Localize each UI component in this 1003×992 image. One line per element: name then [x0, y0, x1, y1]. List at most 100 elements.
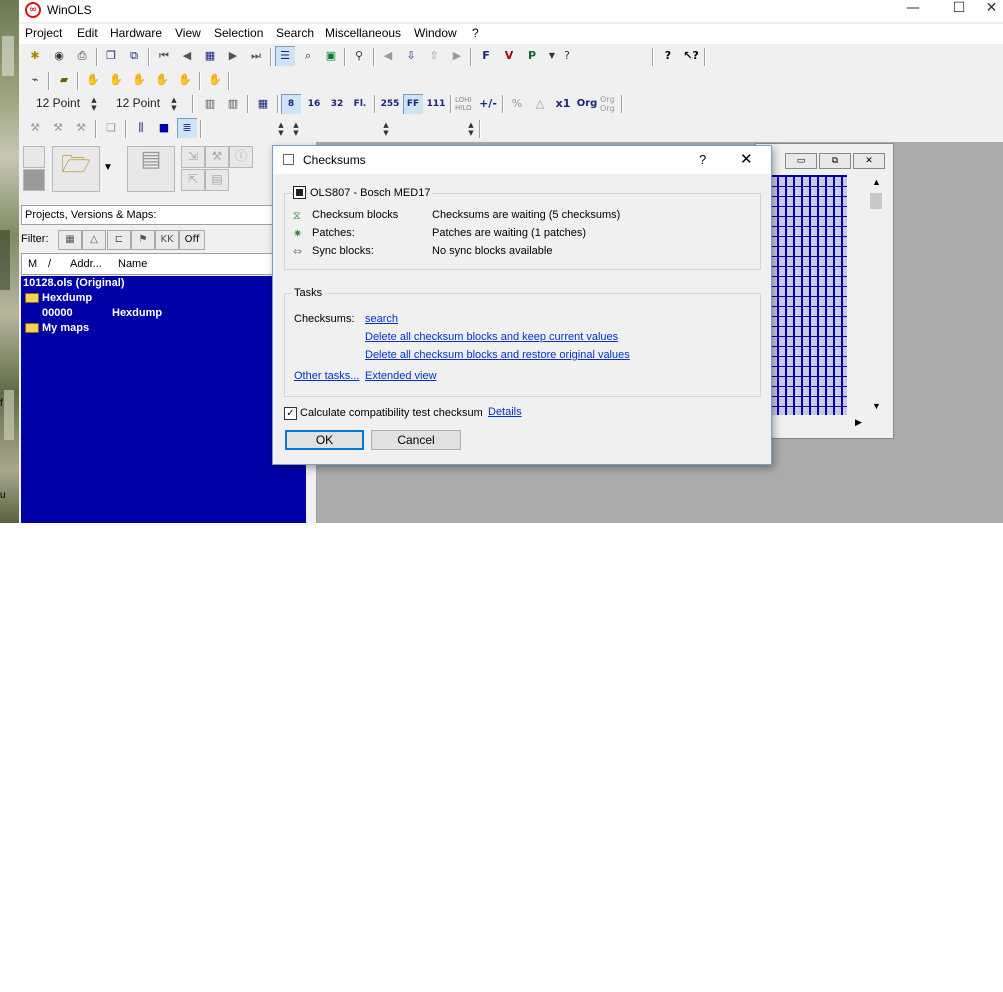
hex-cell[interactable]	[795, 247, 801, 256]
hex-cell[interactable]	[795, 297, 801, 306]
hex-cell[interactable]	[803, 257, 809, 266]
hex-cell[interactable]	[795, 397, 801, 406]
hex-cell[interactable]	[819, 327, 825, 336]
hex-cell[interactable]	[819, 337, 825, 346]
hex-cell[interactable]	[803, 317, 809, 326]
hex-cell[interactable]	[843, 317, 847, 326]
hex-cell[interactable]	[803, 287, 809, 296]
table-icon[interactable]: ▦	[200, 46, 220, 66]
hex-cell[interactable]	[811, 387, 817, 396]
hex-cell[interactable]	[835, 267, 841, 276]
layers-icon[interactable]: ❏	[101, 118, 121, 138]
font-size-spinner[interactable]: ▲ ▼	[89, 96, 99, 112]
hex-cell[interactable]	[803, 187, 809, 196]
close-button[interactable]: ✕	[980, 0, 1003, 22]
connect-icon[interactable]: ⚲	[349, 46, 369, 66]
hex-cell[interactable]	[819, 407, 825, 415]
filter-off-button[interactable]: Off	[179, 230, 205, 250]
columns-icon[interactable]: ⫼	[131, 118, 151, 138]
hex-cell[interactable]	[843, 217, 847, 226]
tree-root[interactable]: 10128.ols (Original)	[23, 277, 124, 289]
hex-cell[interactable]	[835, 407, 841, 415]
color-icon[interactable]: ■	[154, 118, 174, 138]
hex-cell[interactable]	[787, 277, 793, 286]
hex-cell[interactable]	[803, 227, 809, 236]
first-icon[interactable]: ⏮	[154, 46, 174, 66]
hex-cell[interactable]	[787, 347, 793, 356]
hex-cell[interactable]	[779, 317, 785, 326]
hex-cell[interactable]	[819, 247, 825, 256]
child-restore-button[interactable]: ⧉	[819, 153, 851, 169]
cancel-button[interactable]: Cancel	[371, 430, 461, 450]
hex-cell[interactable]	[787, 227, 793, 236]
back-icon[interactable]: ◀	[378, 46, 398, 66]
hex-cell[interactable]	[835, 357, 841, 366]
export-icon[interactable]: ⇱	[181, 169, 205, 191]
hex-cell[interactable]	[819, 297, 825, 306]
stop-button[interactable]	[23, 169, 45, 191]
hex-cell[interactable]	[811, 267, 817, 276]
filter-kk-button[interactable]: KK	[155, 230, 179, 250]
hex-cell[interactable]	[795, 387, 801, 396]
hex-cell[interactable]	[811, 247, 817, 256]
hex-cell[interactable]	[795, 177, 801, 186]
tree-item-address[interactable]: 00000	[42, 307, 73, 319]
hex-cell[interactable]	[787, 327, 793, 336]
hex-cell[interactable]	[819, 277, 825, 286]
hex-cell[interactable]	[795, 367, 801, 376]
hex-cell[interactable]	[827, 317, 833, 326]
hex-cell[interactable]	[787, 257, 793, 266]
hex-cell[interactable]	[811, 187, 817, 196]
menu-project[interactable]: Project	[25, 26, 62, 40]
hex-cell[interactable]	[835, 327, 841, 336]
delete-keep-link[interactable]: Delete all checksum blocks and keep curr…	[365, 331, 618, 343]
hex-cell[interactable]	[779, 197, 785, 206]
hex-cell[interactable]	[843, 247, 847, 256]
window-icon[interactable]: ❐	[101, 46, 121, 66]
hex-cell[interactable]	[843, 377, 847, 386]
compat-checkbox[interactable]: ✓	[284, 407, 297, 420]
hex-cell[interactable]	[843, 277, 847, 286]
projects-combo[interactable]: Projects, Versions & Maps:	[21, 205, 291, 225]
hex-cell[interactable]	[787, 297, 793, 306]
hex-cell[interactable]	[827, 327, 833, 336]
hex-cell[interactable]	[779, 187, 785, 196]
tool-icon[interactable]: ⚒	[25, 118, 45, 138]
hex-cell[interactable]	[843, 297, 847, 306]
hex-cell[interactable]	[803, 217, 809, 226]
hex-cell[interactable]	[843, 407, 847, 415]
menu-hardware[interactable]: Hardware	[110, 26, 162, 40]
hex-cell[interactable]	[819, 347, 825, 356]
hex-cell[interactable]	[803, 207, 809, 216]
hex-cell[interactable]	[795, 207, 801, 216]
hex-cell[interactable]	[843, 207, 847, 216]
hex-cell[interactable]	[843, 397, 847, 406]
hex-cell[interactable]	[779, 377, 785, 386]
hex-cell[interactable]	[843, 267, 847, 276]
hex-cell[interactable]	[843, 177, 847, 186]
hex-cell[interactable]	[787, 197, 793, 206]
hand-icon[interactable]: ✋	[205, 70, 225, 90]
hex-cell[interactable]	[827, 367, 833, 376]
hex-cell[interactable]	[827, 407, 833, 415]
hex-cell[interactable]	[795, 337, 801, 346]
menu-help[interactable]: ?	[472, 26, 479, 40]
hex-cell[interactable]	[843, 357, 847, 366]
percent-icon[interactable]: %	[507, 94, 527, 114]
hex-cell[interactable]	[835, 217, 841, 226]
hex-cell[interactable]	[819, 387, 825, 396]
hex-cell[interactable]	[827, 267, 833, 276]
hex-cell[interactable]	[819, 397, 825, 406]
menu-miscellaneous[interactable]: Miscellaneous	[325, 26, 401, 40]
hex-cell[interactable]	[811, 277, 817, 286]
column-m[interactable]: M	[28, 258, 37, 270]
filter-icon[interactable]: ▦	[58, 230, 82, 250]
tool-icon[interactable]: ⚒	[71, 118, 91, 138]
hex-cell[interactable]	[795, 237, 801, 246]
hex-cell[interactable]	[827, 177, 833, 186]
column-address[interactable]: Addr...	[70, 258, 102, 270]
hex-cell[interactable]	[803, 347, 809, 356]
hex-cell[interactable]	[819, 267, 825, 276]
compare-icon[interactable]: ⧉	[124, 46, 144, 66]
hex-cell[interactable]	[795, 287, 801, 296]
